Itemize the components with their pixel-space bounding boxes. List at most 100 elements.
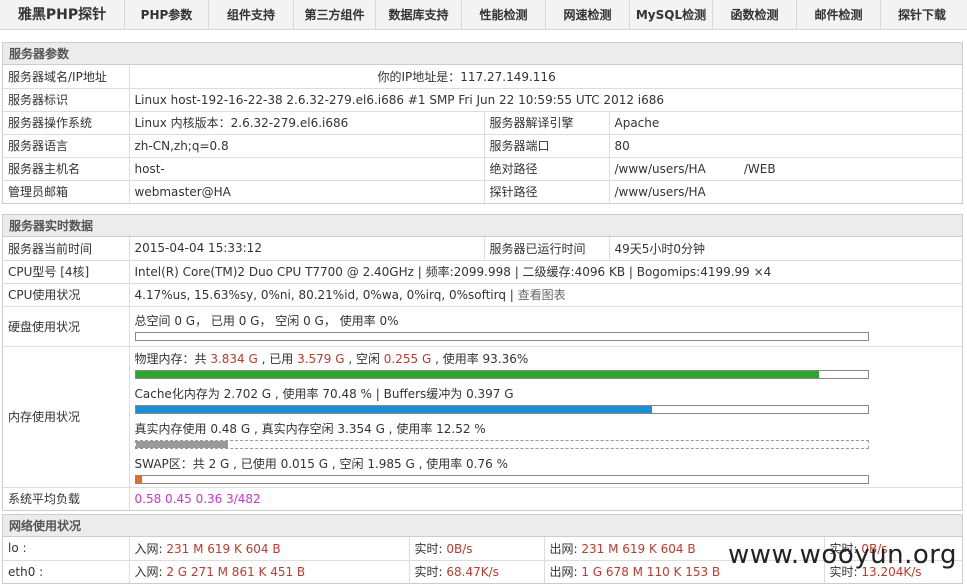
cpu-model-value: Intel(R) Core(TM)2 Duo CPU T7700 @ 2.40G… [129,260,962,284]
nav-network-speed[interactable]: 网速检测 [546,0,630,30]
table-row: 管理员邮箱 webmaster@HA 探针路径 /www/users/HA [3,180,962,203]
hostname-label: 服务器主机名 [3,157,130,181]
nav-functions[interactable]: 函数检测 [713,0,797,30]
net-rt-in-label: 实时: [414,565,447,580]
nav-performance[interactable]: 性能检测 [462,0,546,30]
cache-memory-bar [134,404,869,414]
nav-mail[interactable]: 邮件检测 [797,0,881,30]
physical-memory: 物理内存：共 3.834 G , 已用 3.579 G , 空闲 0.255 G… [134,347,958,382]
phys-used: 3.579 G [297,351,345,366]
real-memory-fill [135,440,228,448]
load-average-value: 0.58 0.45 0.36 3/482 [134,491,261,506]
admin-email-label: 管理员邮箱 [3,180,130,203]
phys-prefix: 物理内存：共 [134,351,211,366]
cache-memory-text: Cache化内存为 2.702 G , 使用率 70.48 % | Buffer… [134,386,514,401]
swap-memory: SWAP区：共 2 G , 已使用 0.015 G , 空闲 1.985 G ,… [134,452,958,487]
net-in-cell: 入网: 2 G 271 M 861 K 451 B [129,560,410,583]
probe-path-label: 探针路径 [484,180,610,203]
real-memory-bar [134,439,869,449]
engine-label: 服务器解译引擎 [484,111,610,135]
table-row: 系统平均负载 0.58 0.45 0.36 3/482 [3,487,962,510]
server-params-table: 服务器域名/IP地址 你的IP地址是：117.27.149.116 服务器标识 … [3,65,962,203]
cache-memory-fill [135,405,652,413]
hostname-value: host- [129,157,485,181]
table-row: 服务器当前时间 2015-04-04 15:33:12 服务器已运行时间 49天… [3,237,962,261]
net-rt-in-cell: 实时: 0B/s [409,537,545,561]
table-row: 服务器域名/IP地址 你的IP地址是：117.27.149.116 [3,65,962,89]
port-value: 80 [609,134,962,158]
table-row: 服务器操作系统 Linux 内核版本：2.6.32-279.el6.i686 服… [3,111,962,135]
net-in-cell: 入网: 231 M 619 K 604 B [129,537,410,561]
disk-usage-bar [134,331,869,341]
table-row: 服务器标识 Linux host-192-16-22-38 2.6.32-279… [3,88,962,112]
iface-name: lo : [3,537,130,561]
net-out-value: 231 M 619 K 604 B [581,541,696,556]
physical-memory-text: 物理内存：共 3.834 G , 已用 3.579 G , 空闲 0.255 G… [135,350,958,367]
abspath-label: 绝对路径 [484,157,610,181]
net-in-label: 入网: [134,541,167,556]
cpu-model-label: CPU型号 [4核] [3,260,130,284]
table-row: 硬盘使用状况 总空间 0 G， 已用 0 G， 空闲 0 G， 使用率 0% [3,306,962,347]
cpu-usage-cell: 4.17%us, 15.63%sy, 0%ni, 80.21%id, 0%wa,… [129,283,962,307]
view-chart-link[interactable]: 查看图表 [518,288,566,302]
admin-email-value: webmaster@HA [129,180,485,203]
uptime-label: 服务器已运行时间 [484,237,610,261]
phys-free: 0.255 G [383,351,432,366]
nav-third-party[interactable]: 第三方组件 [294,0,376,30]
net-rt-in-cell: 实时: 68.47K/s [409,560,545,583]
domain-label: 服务器域名/IP地址 [3,65,130,89]
physical-memory-bar [134,369,869,379]
cache-memory: Cache化内存为 2.702 G , 使用率 70.48 % | Buffer… [134,382,958,417]
phys-mid1: , 已用 [257,351,298,366]
brand-title[interactable]: 雅黑PHP探针 [0,0,125,30]
net-out-value: 1 G 678 M 110 K 153 B [581,565,721,580]
table-row: CPU型号 [4核] Intel(R) Core(TM)2 Duo CPU T7… [3,260,962,284]
top-nav: 雅黑PHP探针 PHP参数 组件支持 第三方组件 数据库支持 性能检测 网速检测… [0,0,967,30]
real-memory-text: 真实内存使用 0.48 G , 真实内存空闲 3.354 G , 使用率 12.… [134,421,486,436]
table-row: 内存使用状况 物理内存：共 3.834 G , 已用 3.579 G , 空闲 … [3,346,962,488]
net-rt-in-label: 实时: [414,541,447,556]
realtime-section: 服务器实时数据 服务器当前时间 2015-04-04 15:33:12 服务器已… [2,214,963,511]
network-title: 网络使用状况 [3,515,962,537]
watermark: www.wooyun.org [727,540,957,570]
disk-usage-cell: 总空间 0 G， 已用 0 G， 空闲 0 G， 使用率 0% [129,306,962,347]
current-time-label: 服务器当前时间 [3,237,130,261]
nav-database[interactable]: 数据库支持 [376,0,462,30]
phys-total: 3.834 G [210,351,258,366]
disk-usage-text: 总空间 0 G， 已用 0 G， 空闲 0 G， 使用率 0% [134,313,399,328]
net-rt-in-value: 68.47K/s [446,565,499,580]
iface-name: eth0 : [3,560,130,583]
uptime-value: 49天5小时0分钟 [609,237,962,261]
table-row: 服务器语言 zh-CN,zh;q=0.8 服务器端口 80 [3,134,962,158]
net-in-value: 231 M 619 K 604 B [166,541,281,556]
abspath-value: /www/users/HA /WEB [609,157,962,181]
engine-value: Apache [609,111,962,135]
lang-label: 服务器语言 [3,134,130,158]
table-row: CPU使用状况 4.17%us, 15.63%sy, 0%ni, 80.21%i… [3,283,962,307]
load-average-label: 系统平均负载 [3,487,130,510]
phys-mid2: , 空闲 [344,351,384,366]
table-row: 服务器主机名 host- 绝对路径 /www/users/HA /WEB [3,157,962,181]
port-label: 服务器端口 [484,134,610,158]
net-out-label: 出网: [549,565,582,580]
phys-suffix: , 使用率 93.36% [431,351,529,366]
net-out-label: 出网: [549,541,582,556]
cpu-usage-label: CPU使用状况 [3,283,130,307]
swap-memory-fill [135,475,142,483]
domain-value: 你的IP地址是：117.27.149.116 [129,65,962,89]
nav-components[interactable]: 组件支持 [209,0,294,30]
physical-memory-fill [135,370,819,378]
realtime-table: 服务器当前时间 2015-04-04 15:33:12 服务器已运行时间 49天… [3,237,962,510]
memory-usage-cell: 物理内存：共 3.834 G , 已用 3.579 G , 空闲 0.255 G… [129,346,962,488]
net-in-value: 2 G 271 M 861 K 451 B [166,565,306,580]
os-value: Linux 内核版本：2.6.32-279.el6.i686 [129,111,485,135]
net-rt-in-value: 0B/s [446,541,473,556]
current-time-value: 2015-04-04 15:33:12 [129,237,485,261]
server-params-title: 服务器参数 [3,43,962,65]
memory-usage-label: 内存使用状况 [3,346,130,488]
nav-download[interactable]: 探针下载 [881,0,963,30]
real-memory: 真实内存使用 0.48 G , 真实内存空闲 3.354 G , 使用率 12.… [134,417,958,452]
nav-mysql[interactable]: MySQL检测 [630,0,713,30]
nav-php-params[interactable]: PHP参数 [125,0,209,30]
swap-memory-text: SWAP区：共 2 G , 已使用 0.015 G , 空闲 1.985 G ,… [134,456,508,471]
